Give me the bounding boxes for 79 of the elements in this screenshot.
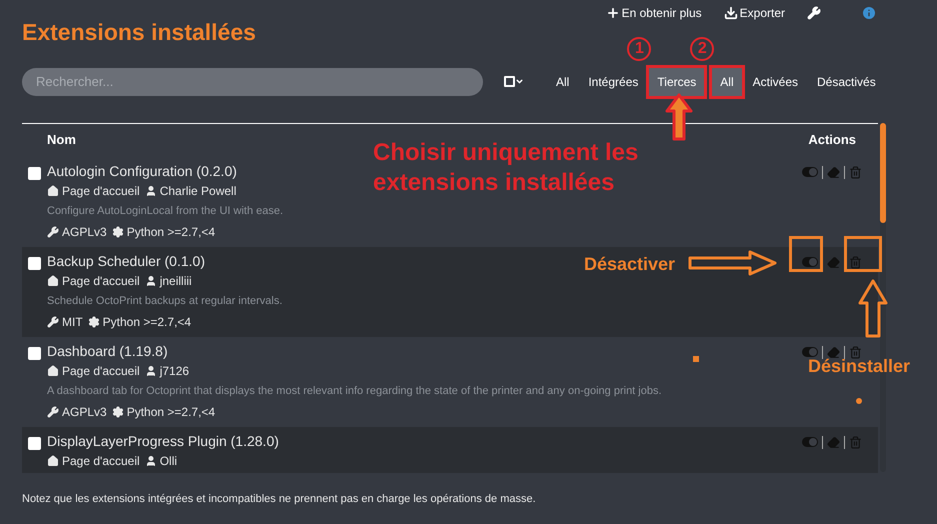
- wrench-icon: [47, 226, 59, 238]
- extension-name: Autologin Configuration (0.2.0): [47, 162, 237, 180]
- user-icon: [144, 454, 157, 466]
- user-icon: [144, 184, 157, 196]
- trash-icon[interactable]: [849, 436, 862, 448]
- python-requirement: Python >=2.7,<4: [126, 404, 216, 420]
- gear-icon: [112, 406, 124, 418]
- eraser-icon[interactable]: [827, 436, 840, 448]
- trash-icon[interactable]: [849, 346, 862, 358]
- arrow-annotation: [665, 93, 693, 141]
- number-badge: 1: [627, 36, 652, 60]
- instruction-text: Choisir uniquement les extensions installées: [373, 138, 640, 198]
- annotation-label: Désactiver: [584, 253, 676, 276]
- filter-tab[interactable]: Tierces: [649, 68, 704, 96]
- user-icon: [144, 364, 157, 376]
- eraser-icon[interactable]: [827, 256, 840, 268]
- select-dropdown[interactable]: [504, 76, 524, 87]
- trash-icon[interactable]: [849, 256, 862, 268]
- header-link[interactable]: Exporter: [724, 4, 785, 22]
- gear-icon: [112, 226, 124, 238]
- license-text: AGPLv3: [62, 404, 107, 420]
- wrench-icon: [47, 406, 59, 418]
- search-field[interactable]: Rechercher...: [22, 68, 483, 96]
- homepage-link[interactable]: Page d'accueil: [62, 182, 140, 200]
- trash-icon[interactable]: [849, 166, 862, 178]
- checkbox[interactable]: [28, 436, 41, 450]
- python-requirement: Python >=2.7,<4: [102, 314, 192, 330]
- extension-name: Backup Scheduler (0.1.0): [47, 252, 205, 270]
- home-icon: [47, 364, 59, 376]
- filter-tab[interactable]: All: [548, 68, 578, 96]
- extension-description: Configure AutoLoginLocal from the UI with ease.: [47, 204, 284, 218]
- filter-tab[interactable]: Activées: [744, 68, 806, 96]
- checkbox[interactable]: [28, 166, 41, 180]
- annotation-label: Désinstaller: [808, 357, 910, 375]
- filter-tab[interactable]: All: [712, 68, 742, 96]
- gear-icon: [88, 316, 100, 328]
- checkbox[interactable]: [28, 346, 41, 360]
- highlight-frame: [844, 236, 882, 272]
- column-header: Nom: [46, 131, 76, 150]
- download-icon: [724, 6, 738, 20]
- arrow-annotation: [858, 279, 888, 339]
- homepage-link[interactable]: Page d'accueil: [62, 362, 140, 380]
- info-icon[interactable]: [861, 5, 877, 21]
- author-name: Charlie Powell: [160, 182, 236, 200]
- home-icon: [47, 454, 59, 466]
- toggle-icon[interactable]: [802, 256, 818, 266]
- filter-tab[interactable]: Intégrées: [580, 68, 646, 96]
- extension-description: A dashboard tab for Octoprint that displays the most relevant info regarding the state of the printer and any on-going print jobs.: [47, 384, 663, 398]
- author-name: jneilliii: [160, 272, 192, 290]
- toggle-icon[interactable]: [802, 346, 818, 356]
- wrench-icon: [47, 316, 59, 328]
- filter-tab[interactable]: Désactivés: [809, 68, 884, 96]
- license-text: MIT: [62, 314, 83, 330]
- homepage-link[interactable]: Page d'accueil: [62, 452, 140, 470]
- home-icon: [47, 184, 59, 196]
- eraser-icon[interactable]: [827, 166, 840, 178]
- user-icon: [144, 274, 157, 286]
- highlight-frame: [789, 236, 823, 272]
- toggle-icon[interactable]: [802, 436, 818, 446]
- author-name: j7126: [160, 362, 190, 380]
- homepage-link[interactable]: Page d'accueil: [62, 272, 140, 290]
- caret-icon: [515, 77, 524, 86]
- plus-icon: [606, 6, 620, 20]
- page-title: Extensions installées: [22, 18, 256, 47]
- column-header: Actions: [808, 131, 857, 150]
- footer-note: Notez que les extensions intégrées et incompatibles ne prennent pas en charge les opérations de masse.: [22, 492, 537, 506]
- number-badge: 2: [690, 36, 714, 60]
- header-link[interactable]: En obtenir plus: [606, 4, 702, 22]
- eraser-icon[interactable]: [827, 346, 840, 358]
- extension-name: Dashboard (1.19.8): [47, 342, 168, 360]
- extension-name: DisplayLayerProgress Plugin (1.28.0): [47, 432, 279, 450]
- author-name: Olli: [160, 452, 178, 470]
- toggle-icon[interactable]: [802, 166, 818, 176]
- python-requirement: Python >=2.7,<4: [126, 224, 216, 240]
- home-icon: [47, 274, 59, 286]
- wrench-icon[interactable]: [807, 6, 821, 20]
- checkbox[interactable]: [28, 256, 41, 270]
- extension-description: Schedule OctoPrint backups at regular intervals.: [47, 294, 284, 308]
- license-text: AGPLv3: [62, 224, 107, 240]
